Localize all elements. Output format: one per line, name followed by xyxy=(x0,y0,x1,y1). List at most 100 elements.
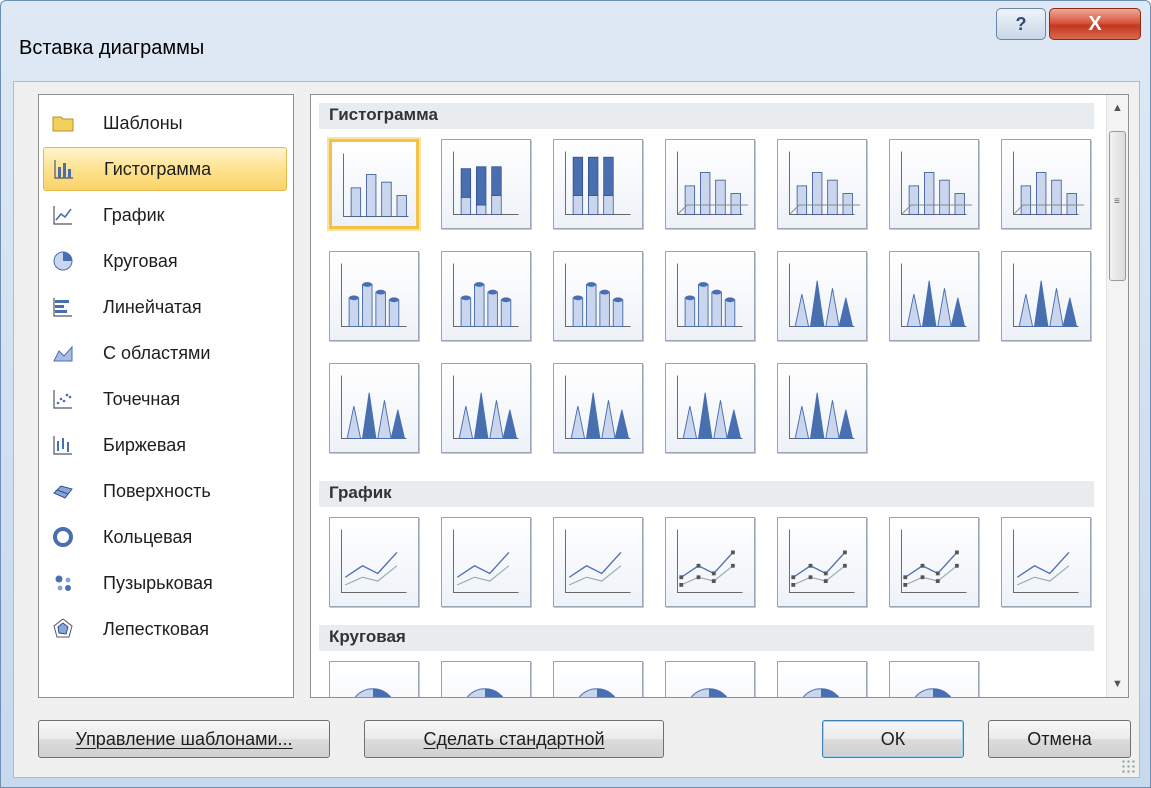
3d-stacked-column-chart-icon xyxy=(788,151,861,216)
3d-percent-stacked-column-thumbnail[interactable] xyxy=(889,139,979,229)
exploded-pie-thumbnail[interactable] xyxy=(665,661,755,697)
category-label: Шаблоны xyxy=(103,112,183,133)
stacked-line-with-markers-chart-icon xyxy=(788,529,855,594)
clustered-pyramid-thumbnail[interactable] xyxy=(441,363,531,453)
category-label: Гистограмма xyxy=(104,158,212,179)
category-item-surface[interactable]: Поверхность xyxy=(43,469,287,513)
close-button[interactable]: X xyxy=(1049,8,1141,40)
category-label: Кольцевая xyxy=(103,526,193,547)
bubble-chart-icon xyxy=(51,571,75,595)
3d-clustered-column-thumbnail[interactable] xyxy=(665,139,755,229)
scroll-down-arrow-icon[interactable]: ▼ xyxy=(1107,673,1128,695)
section-header-line: График xyxy=(319,481,1094,507)
clustered-column-chart-icon xyxy=(342,153,409,218)
set-default-button[interactable]: Сделать стандартной xyxy=(364,720,664,758)
category-item-column[interactable]: Гистограмма xyxy=(43,147,287,191)
line-with-markers-thumbnail[interactable] xyxy=(665,517,755,607)
gallery-scrollbar[interactable]: ▲ ≡ ▼ xyxy=(1106,95,1128,697)
title-bar: Вставка диаграммы ? X xyxy=(1,1,1150,81)
scroll-up-arrow-icon[interactable]: ▲ xyxy=(1107,97,1128,119)
pie-chart-icon xyxy=(51,249,75,273)
line-chart-icon xyxy=(51,203,75,227)
category-label: Биржевая xyxy=(103,434,187,455)
3d-line-thumbnail[interactable] xyxy=(1001,517,1091,607)
stacked-column-chart-icon xyxy=(452,151,519,216)
area-chart-icon xyxy=(51,341,75,365)
3d-column-thumbnail[interactable] xyxy=(1001,139,1091,229)
dialog-body: Шаблоны Гистограмма График Круговая Лине… xyxy=(13,81,1140,778)
stock-chart-icon xyxy=(51,433,75,457)
category-label: Круговая xyxy=(103,250,178,271)
3d-cylinder-thumbnail[interactable] xyxy=(665,251,755,341)
3d-exploded-pie-thumbnail[interactable] xyxy=(777,661,867,697)
doughnut-chart-icon xyxy=(51,525,75,549)
clustered-column-thumbnail[interactable] xyxy=(329,139,419,229)
section-header-pie: Круговая xyxy=(319,625,1094,651)
help-icon: ? xyxy=(1015,13,1027,34)
chart-subtype-gallery: Гистограмма График Круговая ▲ ≡ ▼ xyxy=(310,94,1129,698)
3d-line-chart-icon xyxy=(1012,529,1079,594)
category-item-pie[interactable]: Круговая xyxy=(43,239,287,283)
3d-pyramid-thumbnail[interactable] xyxy=(777,363,867,453)
section-header-column: Гистограмма xyxy=(319,103,1094,129)
category-item-templates[interactable]: Шаблоны xyxy=(43,101,287,145)
category-item-area[interactable]: С областями xyxy=(43,331,287,375)
help-button[interactable]: ? xyxy=(996,8,1046,40)
stacked-cone-thumbnail[interactable] xyxy=(889,251,979,341)
dialog-title: Вставка диаграммы xyxy=(19,37,205,59)
set-default-label: Сделать стандартной xyxy=(423,728,605,749)
category-item-scatter[interactable]: Точечная xyxy=(43,377,287,421)
pie-chart-icon xyxy=(354,688,392,697)
ok-button[interactable]: ОК xyxy=(822,720,964,758)
clustered-cone-thumbnail[interactable] xyxy=(777,251,867,341)
pie-thumbnail[interactable] xyxy=(329,661,419,697)
manage-templates-label: Управление шаблонами... xyxy=(75,728,293,749)
clustered-pyramid-chart-icon xyxy=(452,375,519,440)
stacked-line-thumbnail[interactable] xyxy=(441,517,531,607)
exploded-pie-chart-icon xyxy=(690,688,728,697)
percent-stacked-pyramid-thumbnail[interactable] xyxy=(665,363,755,453)
stacked-pyramid-thumbnail[interactable] xyxy=(553,363,643,453)
category-item-line[interactable]: График xyxy=(43,193,287,237)
3d-cone-thumbnail[interactable] xyxy=(329,363,419,453)
3d-column-chart-icon xyxy=(1012,151,1085,216)
cancel-button[interactable]: Отмена xyxy=(988,720,1131,758)
category-label: Линейчатая xyxy=(103,296,202,317)
scroll-thumb[interactable]: ≡ xyxy=(1109,131,1126,281)
ok-label: ОК xyxy=(880,728,906,749)
bar-of-pie-thumbnail[interactable] xyxy=(889,661,979,697)
manage-templates-button[interactable]: Управление шаблонами... xyxy=(38,720,330,758)
line-thumbnail[interactable] xyxy=(329,517,419,607)
percent-stacked-line-with-markers-thumbnail[interactable] xyxy=(889,517,979,607)
category-item-bubble[interactable]: Пузырьковая xyxy=(43,561,287,605)
category-item-doughnut[interactable]: Кольцевая xyxy=(43,515,287,559)
category-label: Пузырьковая xyxy=(103,572,213,593)
3d-stacked-column-thumbnail[interactable] xyxy=(777,139,867,229)
scatter-chart-icon xyxy=(51,387,75,411)
percent-stacked-cone-chart-icon xyxy=(1012,263,1079,328)
percent-stacked-column-thumbnail[interactable] xyxy=(553,139,643,229)
clustered-cone-chart-icon xyxy=(788,263,855,328)
stacked-cone-chart-icon xyxy=(900,263,967,328)
resize-grip[interactable] xyxy=(1121,759,1135,773)
percent-stacked-pyramid-chart-icon xyxy=(676,375,743,440)
stacked-cylinder-thumbnail[interactable] xyxy=(441,251,531,341)
percent-stacked-cylinder-thumbnail[interactable] xyxy=(553,251,643,341)
pie-of-pie-thumbnail[interactable] xyxy=(553,661,643,697)
3d-cylinder-chart-icon xyxy=(676,263,743,328)
category-label: С областями xyxy=(103,342,211,363)
3d-pyramid-chart-icon xyxy=(788,375,855,440)
category-item-stock[interactable]: Биржевая xyxy=(43,423,287,467)
stacked-column-thumbnail[interactable] xyxy=(441,139,531,229)
3d-pie-thumbnail[interactable] xyxy=(441,661,531,697)
stacked-line-with-markers-thumbnail[interactable] xyxy=(777,517,867,607)
clustered-cylinder-thumbnail[interactable] xyxy=(329,251,419,341)
percent-stacked-line-thumbnail[interactable] xyxy=(553,517,643,607)
category-item-radar[interactable]: Лепестковая xyxy=(43,607,287,651)
category-item-bar[interactable]: Линейчатая xyxy=(43,285,287,329)
percent-stacked-cone-thumbnail[interactable] xyxy=(1001,251,1091,341)
section-label: Гистограмма xyxy=(329,105,438,124)
3d-exploded-pie-chart-icon xyxy=(802,688,840,697)
surface-chart-icon xyxy=(51,479,75,503)
bar-chart-icon xyxy=(51,295,75,319)
